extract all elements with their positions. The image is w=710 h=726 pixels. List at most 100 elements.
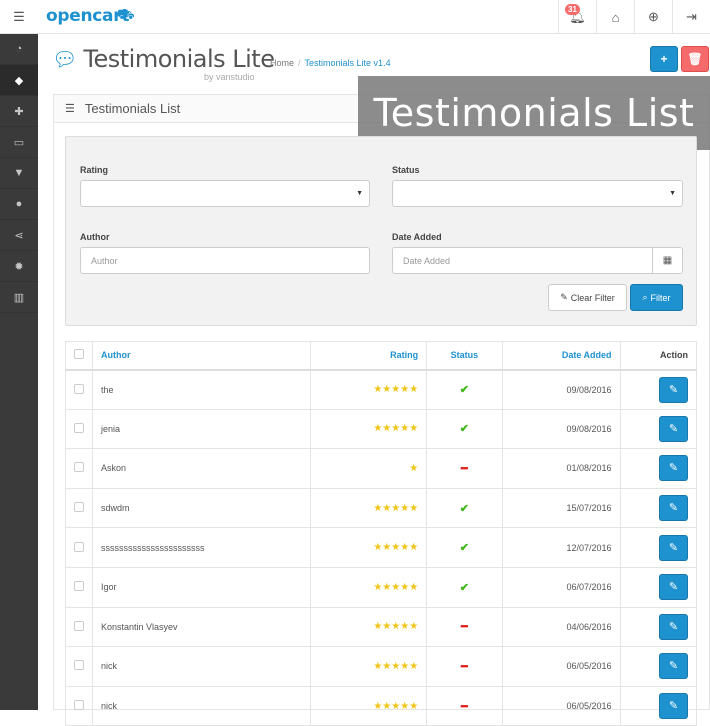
action-cell: ✎ (619, 448, 698, 489)
author-sort-link[interactable]: Author (101, 350, 131, 360)
clear-filter-button[interactable]: ✎ Clear Filter (548, 284, 627, 311)
author-cell: Igor (91, 566, 312, 608)
top-navbar: ☰ opencart ⛟ 31 🔔︎ ⌂ ⊕ ⇥ (0, 0, 710, 34)
help-lifebuoy-icon[interactable]: ⊕ (634, 0, 672, 34)
notifications-bell-icon[interactable]: 31 🔔︎ (558, 0, 596, 34)
table-row: the ★★★★★ ✔ 09/08/2016 ✎ (65, 369, 698, 410)
status-cell: ✔ (426, 527, 503, 568)
rating-cell: ★★★★★ (310, 606, 428, 648)
share-icon[interactable]: ⋖ (0, 220, 38, 251)
author-cell: Askon (91, 448, 312, 489)
edit-button[interactable]: ✎ (659, 534, 688, 561)
edit-button[interactable]: ✎ (659, 613, 688, 640)
enabled-check-icon: ✔ (459, 384, 469, 397)
rating-sort-link[interactable]: Rating (390, 350, 418, 360)
top-right-actions: 31 🔔︎ ⌂ ⊕ ⇥ (558, 0, 710, 34)
date-column-header[interactable]: Date Added (501, 341, 621, 371)
row-checkbox[interactable] (74, 462, 84, 473)
table-row: Konstantin Vlasyev ★★★★★ ━ 04/06/2016 ✎ (65, 606, 698, 648)
status-cell: ✔ (426, 566, 503, 608)
date-cell: 12/07/2016 (501, 527, 621, 568)
date-cell: 06/07/2016 (501, 566, 621, 608)
user-icon[interactable]: ● (0, 189, 38, 220)
plus-icon: + (660, 52, 668, 66)
notification-count-badge: 31 (565, 4, 580, 15)
row-checkbox[interactable] (74, 581, 84, 592)
rating-stars-icon: ★★★★★ (373, 502, 419, 514)
shopping-cart-icon[interactable]: ▼ (0, 158, 38, 189)
row-checkbox[interactable] (74, 541, 84, 552)
rating-cell: ★★★★★ (310, 408, 428, 450)
author-cell: Konstantin Vlasyev (91, 606, 312, 648)
home-icon[interactable]: ⌂ (596, 0, 634, 34)
rating-stars-icon: ★★★★★ (373, 621, 419, 633)
delete-button[interactable]: 🗑︎ (681, 46, 709, 72)
action-cell: ✎ (619, 685, 698, 726)
rating-stars-icon: ★★★★★ (373, 542, 419, 554)
enabled-check-icon: ✔ (459, 423, 469, 436)
pencil-icon: ✎ (668, 502, 679, 515)
edit-button[interactable]: ✎ (659, 455, 688, 482)
edit-button[interactable]: ✎ (659, 653, 688, 680)
rating-stars-icon: ★ (409, 462, 419, 474)
rating-stars-icon: ★★★★★ (373, 423, 419, 435)
breadcrumb-current[interactable]: Testimonials Lite v1.4 (305, 58, 391, 68)
table-body: the ★★★★★ ✔ 09/08/2016 ✎ jenia ★★★★★ ✔ 09/08/201… (65, 369, 698, 726)
tags-icon[interactable]: ◆ (0, 65, 38, 96)
rating-cell: ★★★★★ (310, 566, 428, 608)
date-cell: 15/07/2016 (501, 487, 621, 529)
pencil-icon: ✎ (668, 620, 679, 633)
rating-select[interactable]: ▼ (80, 180, 370, 207)
add-button[interactable]: + (650, 46, 678, 72)
puzzle-icon[interactable]: ✚ (0, 96, 38, 127)
date-added-input[interactable]: Date Added (392, 247, 653, 274)
monitor-icon[interactable]: ▭ (0, 127, 38, 158)
table-row: sdwdm ★★★★★ ✔ 15/07/2016 ✎ (65, 487, 698, 529)
action-cell: ✎ (619, 527, 698, 568)
row-select-cell (65, 685, 93, 726)
edit-button[interactable]: ✎ (659, 376, 688, 403)
author-column-header[interactable]: Author (91, 341, 312, 371)
edit-button[interactable]: ✎ (659, 495, 688, 522)
author-input[interactable]: Author (80, 247, 370, 274)
breadcrumb: Home / Testimonials Lite v1.4 (270, 58, 391, 68)
cog-icon[interactable]: ✹ (0, 251, 38, 282)
status-select[interactable]: ▼ (392, 180, 683, 207)
action-cell: ✎ (619, 369, 698, 410)
row-checkbox[interactable] (74, 660, 84, 671)
filter-button[interactable]: ⌕ Filter (630, 284, 683, 311)
date-sort-link[interactable]: Date Added (562, 350, 612, 360)
table-header-row: Author Rating Status Date Added Action (65, 341, 698, 371)
rating-stars-icon: ★★★★★ (373, 660, 419, 672)
bar-chart-icon[interactable]: ▥ (0, 282, 38, 313)
table-row: nick ★★★★★ ━ 06/05/2016 ✎ (65, 685, 698, 726)
select-all-cell (65, 341, 93, 371)
edit-button[interactable]: ✎ (659, 415, 688, 442)
row-checkbox[interactable] (74, 383, 84, 394)
enabled-check-icon: ✔ (459, 542, 469, 555)
row-checkbox[interactable] (74, 422, 84, 433)
rating-column-header[interactable]: Rating (310, 341, 428, 371)
row-checkbox[interactable] (74, 502, 84, 513)
menu-toggle-icon[interactable]: ☰ (0, 0, 38, 34)
author-cell: nick (91, 646, 312, 687)
breadcrumb-home[interactable]: Home (270, 58, 294, 68)
date-cell: 01/08/2016 (501, 448, 621, 489)
row-checkbox[interactable] (74, 620, 84, 631)
logout-icon[interactable]: ⇥ (672, 0, 710, 34)
status-column-header[interactable]: Status (426, 341, 503, 371)
rating-stars-icon: ★★★★★ (373, 384, 419, 396)
status-cell: ✔ (426, 408, 503, 450)
dashboard-icon[interactable]: ◔ (0, 34, 38, 65)
comments-icon: 💬︎ (52, 48, 78, 71)
search-icon: ⌕ (642, 292, 648, 302)
select-all-checkbox[interactable] (74, 349, 84, 360)
action-cell: ✎ (619, 566, 698, 608)
calendar-button[interactable]: ▦ (652, 247, 683, 274)
pencil-icon: ✎ (668, 422, 679, 435)
edit-button[interactable]: ✎ (659, 693, 688, 720)
edit-button[interactable]: ✎ (659, 574, 688, 601)
status-sort-link[interactable]: Status (451, 350, 479, 360)
row-checkbox[interactable] (74, 700, 84, 711)
enabled-check-icon: ✔ (459, 581, 469, 594)
